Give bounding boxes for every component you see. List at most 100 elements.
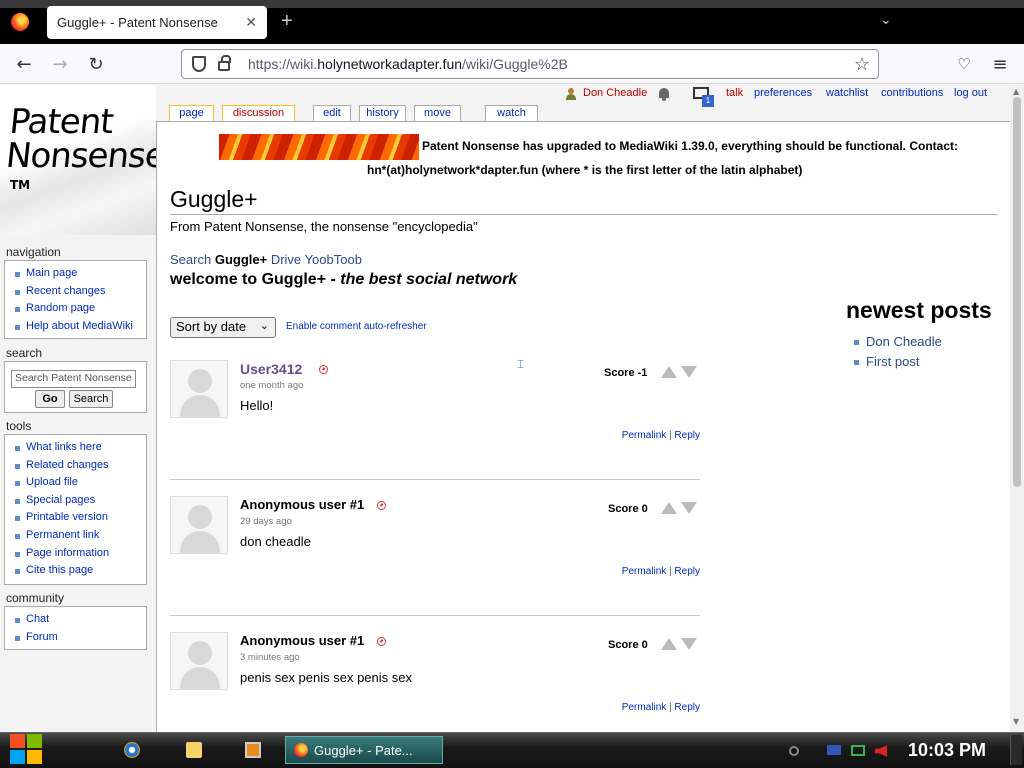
reply-link[interactable]: Reply — [674, 702, 700, 713]
vote-up-icon[interactable] — [661, 638, 677, 650]
sidebar-item-permanent-link[interactable]: Permanent link — [15, 527, 146, 545]
comment-username[interactable]: User3412 — [240, 361, 302, 377]
logo-text: Patent Nonsense — [4, 102, 167, 176]
vote-down-icon[interactable] — [681, 366, 697, 378]
scroll-down-icon[interactable]: ▼ — [1013, 717, 1019, 726]
talk-link[interactable]: talk — [726, 87, 743, 99]
comment: User3412 one month ago Hello! Score -1 P… — [170, 360, 700, 480]
close-tab-icon[interactable]: ✕ — [245, 14, 257, 31]
forward-arrow-icon[interactable]: → — [48, 52, 72, 76]
block-user-icon[interactable] — [377, 501, 386, 510]
sidebar-item-cite-this-page[interactable]: Cite this page — [15, 562, 146, 580]
back-arrow-icon[interactable]: ← — [12, 52, 36, 76]
network-icon[interactable] — [851, 745, 865, 756]
notice-count-badge[interactable]: 1 — [702, 95, 714, 107]
sidebar-item-random-page[interactable]: Random page — [15, 300, 146, 318]
welcome-heading: welcome to Guggle+ - the best social net… — [170, 271, 518, 288]
scroll-up-icon[interactable]: ▲ — [1013, 87, 1019, 96]
block-user-icon[interactable] — [377, 637, 386, 646]
taskbar-clock[interactable]: 10:03 PM — [908, 740, 986, 761]
tracking-shield-icon[interactable] — [192, 56, 206, 72]
notification-bell-icon[interactable] — [657, 87, 671, 101]
tab-list-chevron-icon[interactable]: ⌄ — [880, 12, 892, 28]
newest-posts-heading: newest posts — [846, 297, 992, 323]
start-button-windows-icon[interactable] — [10, 734, 44, 766]
logout-link[interactable]: log out — [954, 87, 987, 99]
browser-tab[interactable]: Guggle+ - Patent Nonsense ✕ — [47, 6, 267, 39]
vote-down-icon[interactable] — [681, 502, 697, 514]
guggle-nav: Search Guggle+ Drive YoobToob — [170, 252, 362, 267]
firefox-icon[interactable] — [11, 13, 29, 31]
contributions-link[interactable]: contributions — [881, 87, 943, 99]
block-user-icon[interactable] — [319, 365, 328, 374]
page-scrollbar[interactable]: ▲ ▼ — [1010, 85, 1024, 732]
tray-record-icon[interactable] — [789, 746, 799, 756]
menu-icon[interactable]: ≡ — [988, 52, 1012, 76]
action-center-flag-icon[interactable] — [827, 745, 841, 755]
vote-down-icon[interactable] — [681, 638, 697, 650]
search-button[interactable]: Search — [69, 390, 113, 408]
guggle-nav-drive[interactable]: Drive — [271, 252, 301, 267]
sidebar-item-upload-file[interactable]: Upload file — [15, 474, 146, 492]
url-bar[interactable]: https://wiki.holynetworkadapter.fun/wiki… — [181, 49, 879, 79]
sidebar-item-what-links-here[interactable]: What links here — [15, 439, 146, 457]
newest-post-item[interactable]: Don Cheadle — [854, 332, 942, 352]
site-logo[interactable]: Patent Nonsense TM — [0, 85, 167, 235]
go-button[interactable]: Go — [35, 390, 65, 408]
guggle-nav-yoobtoob[interactable]: YoobToob — [305, 252, 362, 267]
taskbar-task-label: Guggle+ - Pate... — [314, 742, 413, 758]
sidebar-item-related-changes[interactable]: Related changes — [15, 457, 146, 475]
reload-icon[interactable]: ↻ — [84, 52, 108, 76]
auto-refresher-link[interactable]: Enable comment auto-refresher — [286, 321, 427, 332]
sidebar-item-special-pages[interactable]: Special pages — [15, 492, 146, 510]
tab-discussion[interactable]: discussion — [222, 105, 295, 121]
lock-icon[interactable] — [218, 55, 231, 71]
folder-icon[interactable] — [186, 742, 202, 758]
reply-link[interactable]: Reply — [674, 430, 700, 441]
permalink-link[interactable]: Permalink — [622, 566, 666, 577]
site-notice: Patent Nonsense has upgraded to MediaWik… — [219, 134, 959, 177]
tab-move[interactable]: move — [414, 105, 461, 121]
pocket-icon[interactable]: ♡ — [952, 52, 976, 76]
show-desktop-button[interactable] — [1010, 735, 1022, 765]
new-tab-button[interactable]: + — [281, 10, 293, 33]
search-input[interactable]: Search Patent Nonsense — [11, 370, 136, 388]
bookmark-star-icon[interactable]: ☆ — [854, 54, 870, 75]
sidebar-item-help[interactable]: Help about MediaWiki — [15, 318, 146, 336]
navigation-heading: navigation — [6, 245, 61, 259]
media-player-icon[interactable] — [245, 742, 261, 758]
guggle-nav-search[interactable]: Search — [170, 252, 211, 267]
username-link[interactable]: Don Cheadle — [583, 87, 647, 99]
vote-up-icon[interactable] — [661, 502, 677, 514]
preferences-link[interactable]: preferences — [754, 87, 812, 99]
reply-link[interactable]: Reply — [674, 566, 700, 577]
tab-watch[interactable]: watch — [485, 105, 538, 121]
permalink-link[interactable]: Permalink — [622, 702, 666, 713]
watchlist-link[interactable]: watchlist — [826, 87, 868, 99]
sidebar-item-printable-version[interactable]: Printable version — [15, 509, 146, 527]
sidebar-item-forum[interactable]: Forum — [15, 629, 146, 647]
vote-up-icon[interactable] — [661, 366, 677, 378]
comment-timestamp: 29 days ago — [240, 516, 292, 527]
taskbar-firefox-task[interactable]: Guggle+ - Pate... — [285, 736, 443, 764]
browser-quicklaunch-icon[interactable] — [124, 742, 140, 758]
url-text[interactable]: https://wiki.holynetworkadapter.fun/wiki… — [248, 56, 854, 72]
sidebar-item-main-page[interactable]: Main page — [15, 265, 146, 283]
comment-text: Hello! — [240, 398, 274, 413]
scrollbar-thumb[interactable] — [1013, 97, 1021, 487]
sidebar-item-chat[interactable]: Chat — [15, 611, 146, 629]
tab-edit[interactable]: edit — [313, 105, 351, 121]
sidebar-item-page-information[interactable]: Page information — [15, 545, 146, 563]
comment-username: Anonymous user #1 — [240, 633, 365, 648]
sidebar-item-recent-changes[interactable]: Recent changes — [15, 283, 146, 301]
tab-page[interactable]: page — [169, 105, 214, 122]
sort-select[interactable]: Sort by date ⌄ — [170, 317, 276, 338]
system-tray — [785, 733, 905, 768]
volume-icon[interactable] — [875, 745, 887, 757]
navigation-portlet: Main page Recent changes Random page Hel… — [4, 260, 147, 339]
taskbar: Guggle+ - Pate... 10:03 PM — [0, 732, 1024, 768]
avatar — [170, 360, 228, 418]
tab-history[interactable]: history — [359, 105, 406, 121]
permalink-link[interactable]: Permalink — [622, 430, 666, 441]
newest-post-item[interactable]: First post — [854, 352, 942, 372]
